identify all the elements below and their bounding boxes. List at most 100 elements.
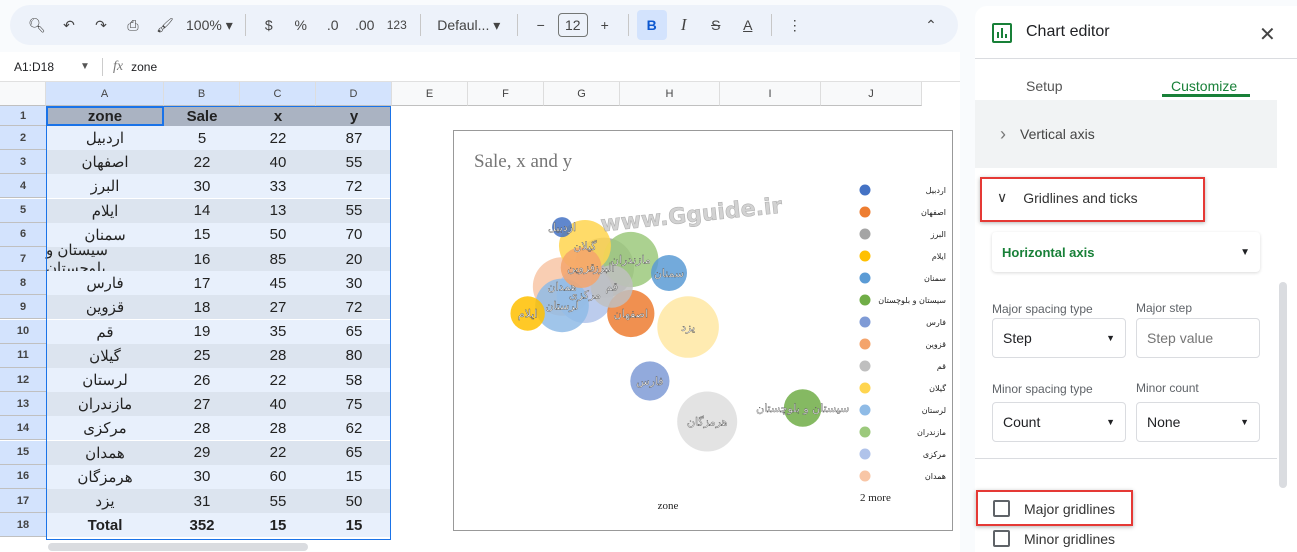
increase-decimal-button[interactable]: .00: [350, 10, 380, 40]
row-header[interactable]: 7: [0, 247, 46, 271]
table-cell[interactable]: 13: [240, 199, 316, 223]
close-icon[interactable]: ✕: [1259, 22, 1276, 47]
select-all-corner[interactable]: [0, 82, 46, 106]
decrease-decimal-button[interactable]: .0: [318, 10, 348, 40]
tab-customize[interactable]: Customize: [1171, 78, 1237, 94]
table-cell[interactable]: 15: [316, 513, 392, 537]
horizontal-scrollbar[interactable]: [48, 543, 308, 551]
table-cell[interactable]: هرمزگان: [46, 465, 164, 489]
minor-spacing-select[interactable]: Count ▼: [992, 402, 1126, 442]
italic-button[interactable]: I: [669, 10, 699, 40]
table-cell[interactable]: ایلام: [46, 199, 164, 223]
table-cell[interactable]: 22: [240, 441, 316, 465]
major-spacing-select[interactable]: Step ▼: [992, 318, 1126, 358]
name-box-dropdown-icon[interactable]: ▼: [80, 61, 102, 72]
collapse-toolbar-icon[interactable]: ⌃: [916, 10, 946, 40]
table-cell[interactable]: قم: [46, 320, 164, 344]
column-title[interactable]: zone: [46, 106, 164, 126]
redo-icon[interactable]: ↷: [86, 10, 116, 40]
table-cell[interactable]: 30: [164, 174, 240, 198]
table-cell[interactable]: 40: [240, 392, 316, 416]
table-cell[interactable]: 62: [316, 416, 392, 440]
section-gridlines-and-ticks[interactable]: ∨ Gridlines and ticks: [997, 189, 1138, 206]
table-cell[interactable]: 55: [240, 489, 316, 513]
strikethrough-button[interactable]: S: [701, 10, 731, 40]
font-size-input[interactable]: 12: [557, 13, 588, 37]
table-cell[interactable]: 31: [164, 489, 240, 513]
table-cell[interactable]: 5: [164, 126, 240, 150]
table-cell[interactable]: 15: [316, 465, 392, 489]
table-cell[interactable]: 40: [240, 150, 316, 174]
scrollbar[interactable]: [1279, 282, 1287, 488]
table-cell[interactable]: 22: [240, 126, 316, 150]
column-title[interactable]: Sale: [164, 106, 240, 126]
row-header[interactable]: 14: [0, 416, 46, 441]
table-cell[interactable]: 65: [316, 441, 392, 465]
table-cell[interactable]: 26: [164, 368, 240, 392]
table-cell[interactable]: 15: [240, 513, 316, 537]
table-cell[interactable]: 28: [240, 344, 316, 368]
print-icon[interactable]: ⎙: [118, 10, 148, 40]
row-header[interactable]: 11: [0, 343, 46, 368]
bold-button[interactable]: B: [636, 10, 667, 40]
table-cell[interactable]: 85: [240, 247, 316, 271]
table-cell[interactable]: 30: [164, 465, 240, 489]
table-cell[interactable]: اردبیل: [46, 126, 164, 150]
column-header-i[interactable]: I: [720, 82, 821, 106]
row-header[interactable]: 12: [0, 368, 46, 392]
table-cell[interactable]: 45: [240, 271, 316, 295]
bubble-chart[interactable]: Sale, x and y اردبیل اصفهان البرز ایلام سمنا…: [453, 130, 953, 531]
table-cell[interactable]: 72: [316, 295, 392, 319]
currency-button[interactable]: $: [254, 10, 284, 40]
text-color-button[interactable]: A: [733, 10, 763, 40]
column-title[interactable]: y: [316, 106, 392, 126]
major-gridlines-checkbox[interactable]: [993, 500, 1010, 517]
column-header-b[interactable]: B: [164, 82, 240, 106]
table-cell[interactable]: همدان: [46, 441, 164, 465]
row-header[interactable]: 5: [0, 198, 46, 223]
column-header-f[interactable]: F: [468, 82, 544, 106]
column-header-j[interactable]: J: [821, 82, 922, 106]
table-cell[interactable]: 29: [164, 441, 240, 465]
undo-icon[interactable]: ↶: [54, 10, 84, 40]
table-cell[interactable]: گیلان: [46, 344, 164, 368]
row-header[interactable]: 8: [0, 271, 46, 296]
table-cell[interactable]: 72: [316, 174, 392, 198]
table-cell[interactable]: 14: [164, 199, 240, 223]
row-header[interactable]: 15: [0, 440, 46, 465]
table-cell[interactable]: 58: [316, 368, 392, 392]
table-cell[interactable]: البرز: [46, 174, 164, 198]
table-cell[interactable]: 50: [240, 223, 316, 247]
legend-more-link[interactable]: 2 more: [860, 492, 891, 504]
table-cell[interactable]: لرستان: [46, 368, 164, 392]
tab-setup[interactable]: Setup: [1026, 78, 1063, 94]
table-cell[interactable]: 33: [240, 174, 316, 198]
row-header[interactable]: 17: [0, 489, 46, 513]
table-cell[interactable]: 18: [164, 295, 240, 319]
table-cell[interactable]: قزوین: [46, 295, 164, 319]
table-cell[interactable]: اصفهان: [46, 150, 164, 174]
table-cell[interactable]: 35: [240, 320, 316, 344]
table-cell[interactable]: مازندران: [46, 392, 164, 416]
more-formats-button[interactable]: 123: [382, 10, 412, 40]
column-title[interactable]: x: [240, 106, 316, 126]
font-select[interactable]: Defaul... ▾: [429, 10, 509, 40]
table-cell[interactable]: 50: [316, 489, 392, 513]
table-cell[interactable]: 60: [240, 465, 316, 489]
table-cell[interactable]: 19: [164, 320, 240, 344]
table-cell[interactable]: 80: [316, 344, 392, 368]
minor-gridlines-checkbox[interactable]: [993, 530, 1010, 547]
table-cell[interactable]: 25: [164, 344, 240, 368]
column-header-a[interactable]: A: [46, 82, 164, 106]
table-cell[interactable]: 65: [316, 320, 392, 344]
table-cell[interactable]: 22: [164, 150, 240, 174]
font-size-increase[interactable]: +: [590, 10, 620, 40]
table-cell[interactable]: 27: [164, 392, 240, 416]
table-cell[interactable]: 75: [316, 392, 392, 416]
column-header-h[interactable]: H: [620, 82, 720, 106]
formula-input[interactable]: zone: [131, 60, 960, 74]
axis-select[interactable]: Horizontal axis ▼: [992, 232, 1260, 272]
major-step-input[interactable]: [1136, 318, 1260, 358]
table-cell[interactable]: یزد: [46, 489, 164, 513]
table-cell[interactable]: 352: [164, 513, 240, 537]
